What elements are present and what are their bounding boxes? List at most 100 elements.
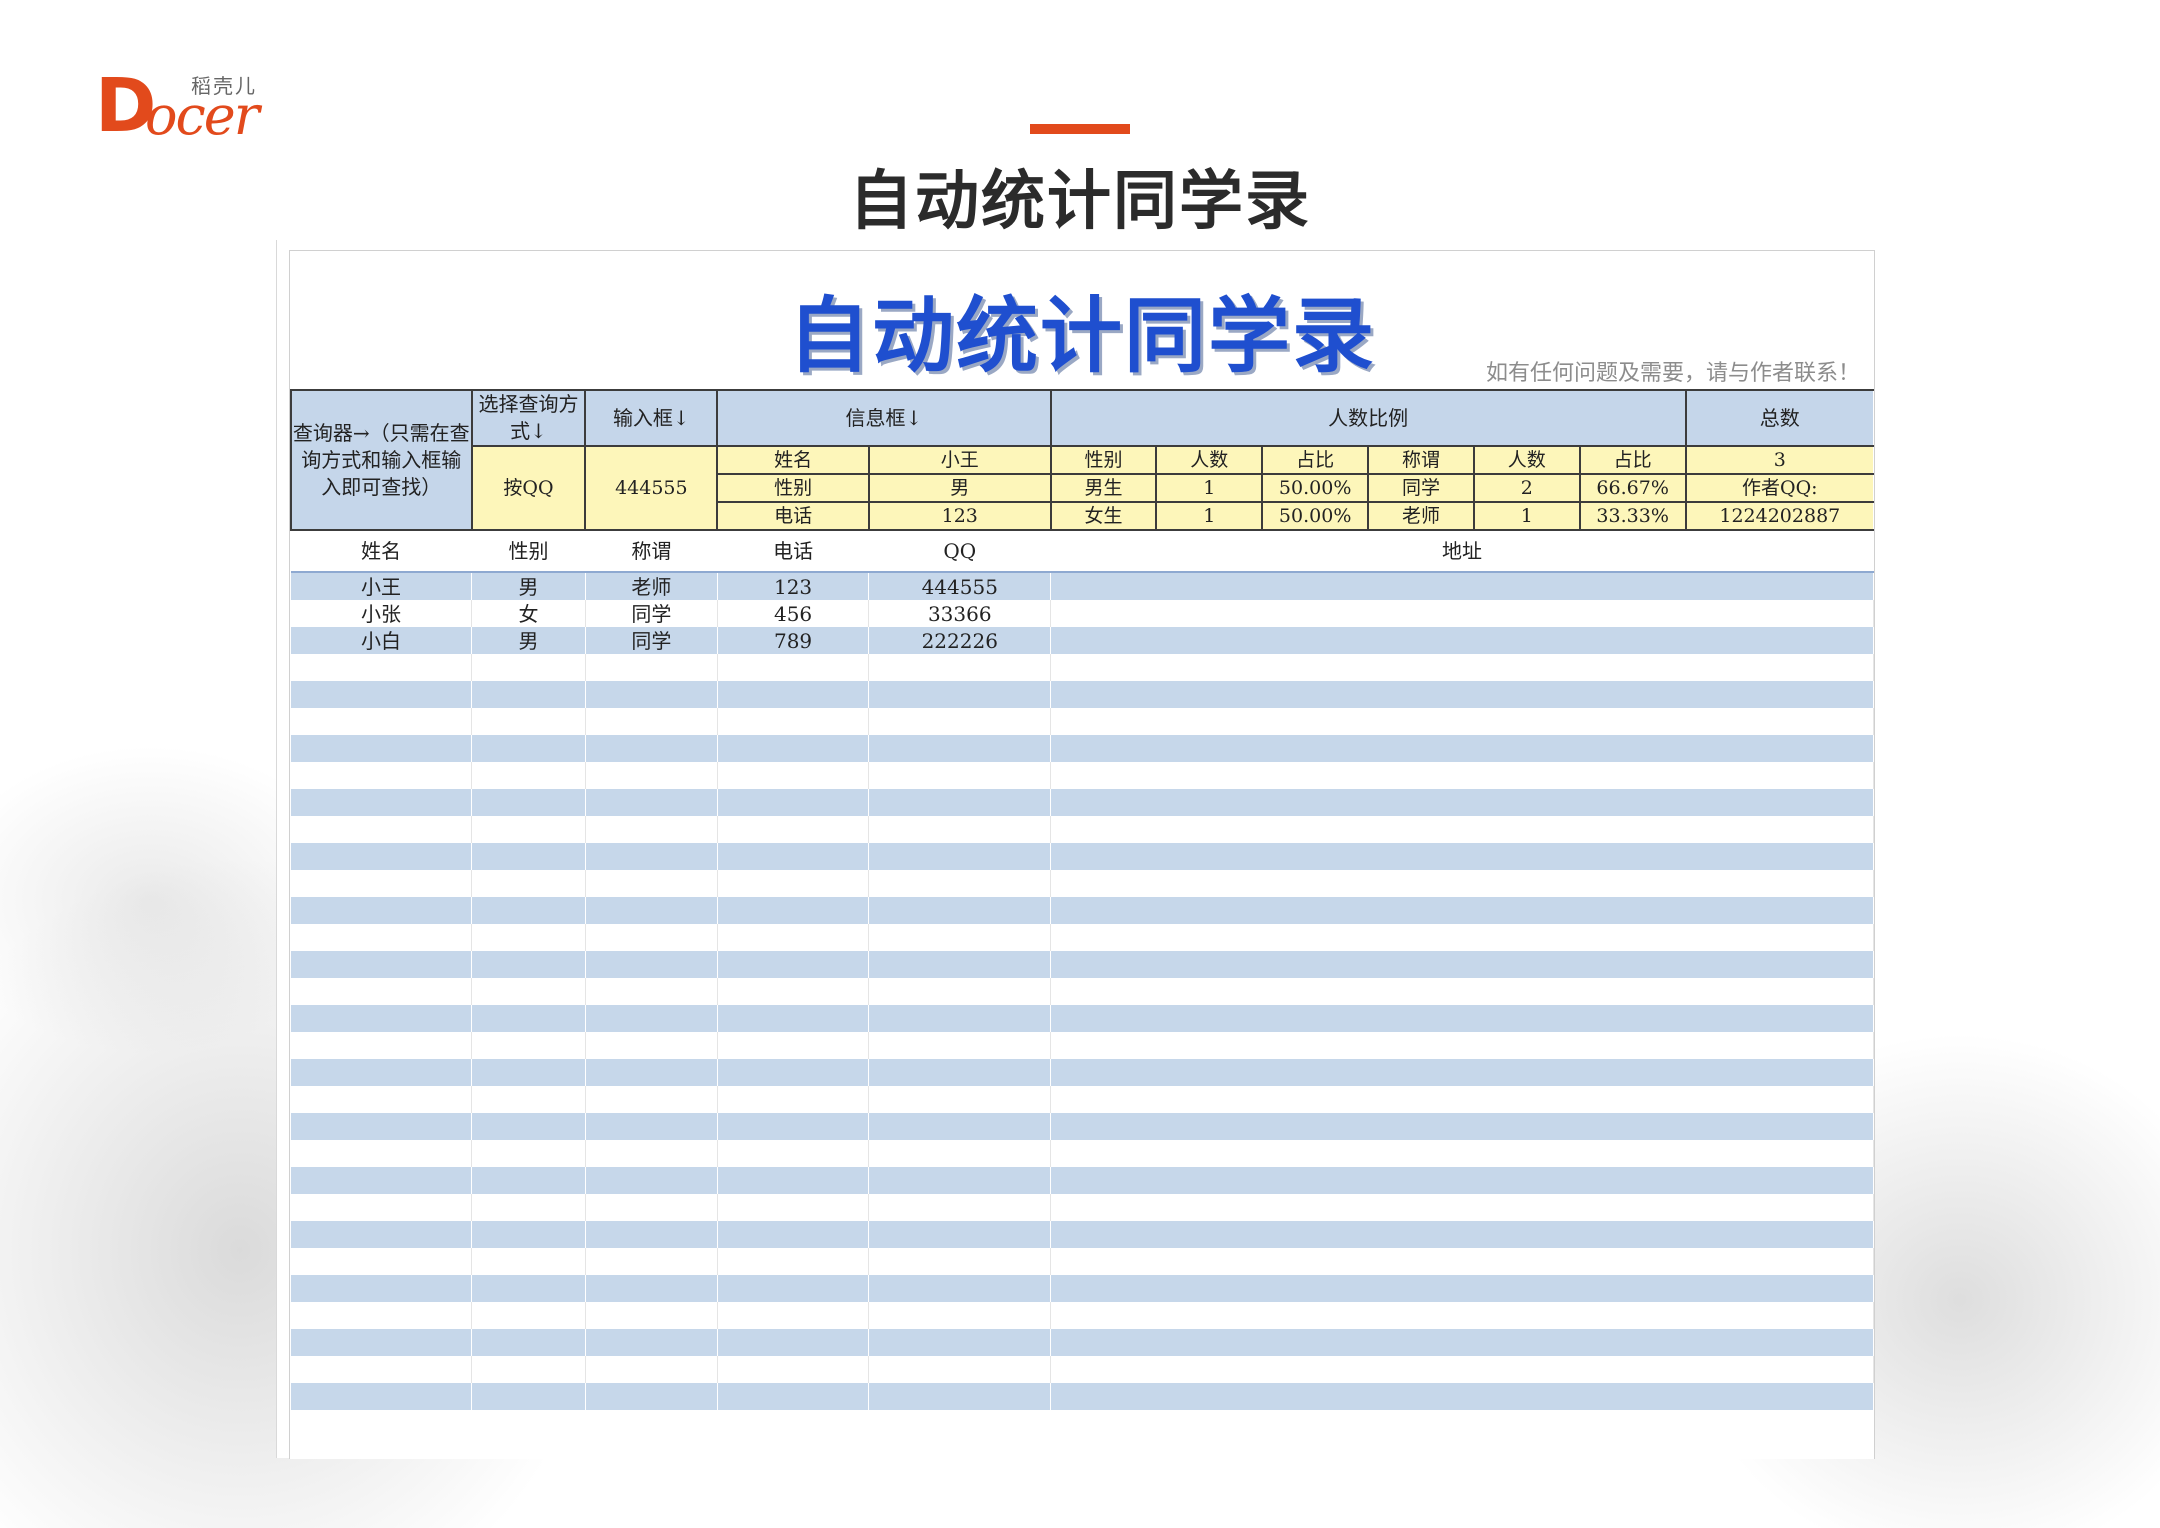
cell-gender[interactable] bbox=[471, 1221, 586, 1248]
cell-address[interactable] bbox=[1050, 978, 1874, 1005]
cell-gender[interactable] bbox=[471, 735, 586, 762]
cell-title[interactable] bbox=[585, 1275, 718, 1302]
query-input[interactable]: 444555 bbox=[584, 445, 718, 531]
cell-address[interactable] bbox=[1050, 1329, 1874, 1356]
cell-gender[interactable] bbox=[471, 870, 586, 897]
cell-title[interactable] bbox=[585, 1032, 718, 1059]
cell-title[interactable] bbox=[585, 654, 718, 681]
cell-title[interactable] bbox=[585, 1059, 718, 1086]
cell-name[interactable] bbox=[291, 978, 473, 1005]
cell-qq[interactable] bbox=[868, 654, 1052, 681]
cell-title[interactable] bbox=[585, 843, 718, 870]
cell-address[interactable] bbox=[1050, 870, 1874, 897]
cell-gender[interactable] bbox=[471, 1194, 586, 1221]
cell-phone[interactable]: 789 bbox=[717, 627, 870, 654]
cell-gender[interactable] bbox=[471, 1275, 586, 1302]
cell-qq[interactable] bbox=[868, 951, 1052, 978]
cell-address[interactable] bbox=[1050, 897, 1874, 924]
cell-name[interactable] bbox=[291, 1194, 473, 1221]
cell-gender[interactable] bbox=[471, 951, 586, 978]
cell-qq[interactable] bbox=[868, 1248, 1052, 1275]
cell-title[interactable] bbox=[585, 789, 718, 816]
cell-qq[interactable] bbox=[868, 816, 1052, 843]
cell-name[interactable]: 小王 bbox=[291, 572, 473, 600]
cell-gender[interactable] bbox=[471, 897, 586, 924]
cell-name[interactable]: 小白 bbox=[291, 627, 473, 654]
cell-title[interactable] bbox=[585, 1167, 718, 1194]
cell-qq[interactable] bbox=[868, 762, 1052, 789]
cell-gender[interactable] bbox=[471, 681, 586, 708]
cell-phone[interactable] bbox=[717, 1113, 870, 1140]
cell-phone[interactable] bbox=[717, 1167, 870, 1194]
cell-address[interactable] bbox=[1050, 1005, 1874, 1032]
cell-qq[interactable]: 33366 bbox=[868, 600, 1052, 627]
cell-title[interactable] bbox=[585, 1005, 718, 1032]
cell-phone[interactable] bbox=[717, 681, 870, 708]
cell-qq[interactable] bbox=[868, 1356, 1052, 1383]
cell-name[interactable] bbox=[291, 708, 473, 735]
cell-name[interactable] bbox=[291, 654, 473, 681]
cell-address[interactable] bbox=[1050, 1221, 1874, 1248]
cell-name[interactable] bbox=[291, 1059, 473, 1086]
cell-title[interactable] bbox=[585, 708, 718, 735]
cell-qq[interactable] bbox=[868, 1329, 1052, 1356]
cell-phone[interactable] bbox=[717, 1275, 870, 1302]
cell-gender[interactable] bbox=[471, 816, 586, 843]
cell-phone[interactable] bbox=[717, 708, 870, 735]
cell-title[interactable] bbox=[585, 951, 718, 978]
cell-name[interactable] bbox=[291, 735, 473, 762]
cell-address[interactable] bbox=[1050, 1086, 1874, 1113]
cell-title[interactable]: 老师 bbox=[585, 572, 718, 600]
cell-address[interactable] bbox=[1050, 1140, 1874, 1167]
cell-name[interactable] bbox=[291, 1086, 473, 1113]
cell-gender[interactable] bbox=[471, 762, 586, 789]
cell-address[interactable] bbox=[1050, 708, 1874, 735]
cell-name[interactable] bbox=[291, 1356, 473, 1383]
cell-name[interactable] bbox=[291, 1005, 473, 1032]
cell-title[interactable] bbox=[585, 1140, 718, 1167]
cell-name[interactable] bbox=[291, 789, 473, 816]
cell-name[interactable] bbox=[291, 1275, 473, 1302]
cell-qq[interactable] bbox=[868, 1086, 1052, 1113]
cell-address[interactable] bbox=[1050, 1194, 1874, 1221]
cell-address[interactable] bbox=[1050, 1275, 1874, 1302]
cell-qq[interactable] bbox=[868, 708, 1052, 735]
cell-title[interactable] bbox=[585, 762, 718, 789]
cell-phone[interactable] bbox=[717, 897, 870, 924]
cell-qq[interactable] bbox=[868, 789, 1052, 816]
cell-gender[interactable] bbox=[471, 1167, 586, 1194]
cell-title[interactable] bbox=[585, 897, 718, 924]
cell-address[interactable] bbox=[1050, 681, 1874, 708]
cell-title[interactable] bbox=[585, 816, 718, 843]
cell-gender[interactable] bbox=[471, 1356, 586, 1383]
cell-title[interactable] bbox=[585, 924, 718, 951]
cell-qq[interactable]: 444555 bbox=[868, 572, 1052, 600]
cell-name[interactable] bbox=[291, 897, 473, 924]
cell-phone[interactable] bbox=[717, 1005, 870, 1032]
cell-title[interactable] bbox=[585, 1383, 718, 1410]
cell-title[interactable] bbox=[585, 1248, 718, 1275]
cell-gender[interactable]: 女 bbox=[471, 600, 586, 627]
cell-gender[interactable] bbox=[471, 1302, 586, 1329]
cell-address[interactable] bbox=[1050, 789, 1874, 816]
cell-qq[interactable] bbox=[868, 681, 1052, 708]
cell-phone[interactable] bbox=[717, 1221, 870, 1248]
cell-name[interactable] bbox=[291, 762, 473, 789]
cell-name[interactable]: 小张 bbox=[291, 600, 473, 627]
cell-name[interactable] bbox=[291, 870, 473, 897]
cell-address[interactable] bbox=[1050, 1032, 1874, 1059]
cell-phone[interactable] bbox=[717, 978, 870, 1005]
cell-address[interactable] bbox=[1050, 572, 1874, 600]
cell-name[interactable] bbox=[291, 1113, 473, 1140]
cell-gender[interactable] bbox=[471, 1113, 586, 1140]
cell-address[interactable] bbox=[1050, 843, 1874, 870]
cell-name[interactable] bbox=[291, 843, 473, 870]
cell-title[interactable] bbox=[585, 1302, 718, 1329]
cell-gender[interactable] bbox=[471, 1140, 586, 1167]
cell-qq[interactable]: 222226 bbox=[868, 627, 1052, 654]
cell-address[interactable] bbox=[1050, 816, 1874, 843]
cell-qq[interactable] bbox=[868, 1032, 1052, 1059]
cell-name[interactable] bbox=[291, 1140, 473, 1167]
cell-address[interactable] bbox=[1050, 951, 1874, 978]
cell-title[interactable] bbox=[585, 978, 718, 1005]
